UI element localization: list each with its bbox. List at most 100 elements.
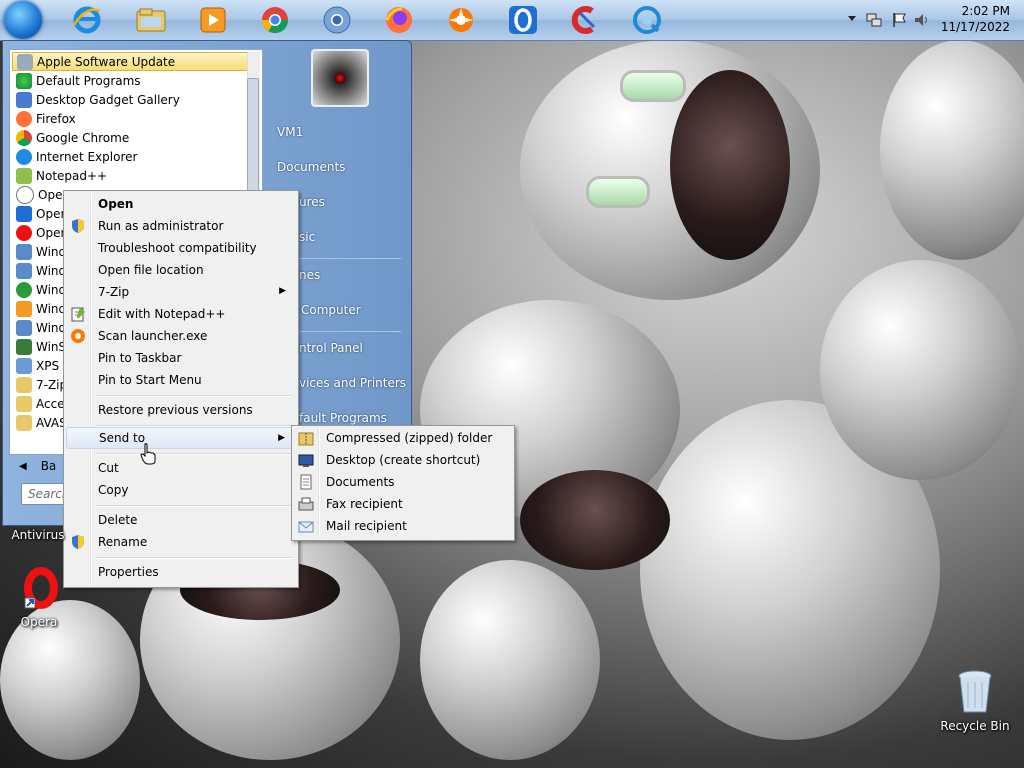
menu-item-label: 7-Zip <box>98 285 130 299</box>
opera-icon <box>24 567 58 609</box>
context-menu: Open Run as administrator Troubleshoot c… <box>63 190 299 588</box>
menu-item-label: Cut <box>98 461 119 475</box>
opera-icon <box>16 224 32 241</box>
program-item[interactable]: Default Programs <box>12 71 248 90</box>
program-item[interactable]: Desktop Gadget Gallery <box>12 90 248 109</box>
desktop-icon-opera[interactable]: Opera <box>8 566 70 629</box>
folder-icon <box>16 395 32 412</box>
games-link[interactable]: nes <box>299 268 320 282</box>
show-hidden-icons-icon[interactable] <box>846 12 860 26</box>
quicktime-icon[interactable] <box>630 3 664 37</box>
opera-icon[interactable] <box>506 3 540 37</box>
menu-item-label: Properties <box>98 565 159 579</box>
program-item[interactable]: Google Chrome <box>12 128 248 147</box>
documents-link[interactable]: Documents <box>277 160 345 174</box>
avast-icon <box>70 328 86 344</box>
volume-icon[interactable] <box>914 12 928 26</box>
send-to-mail[interactable]: Mail recipient <box>294 515 510 537</box>
user-name-link[interactable]: VM1 <box>277 125 303 139</box>
program-label: Apple Software Update <box>37 54 176 69</box>
opera-icon <box>16 185 34 204</box>
windows-start-orb[interactable] <box>4 1 42 39</box>
menu-item-scan[interactable]: Scan launcher.exe <box>66 325 294 347</box>
opera-icon <box>16 205 32 222</box>
desktop-icon-recycle-bin[interactable]: Recycle Bin <box>940 668 1010 733</box>
menu-item-pin-start[interactable]: Pin to Start Menu <box>66 369 294 391</box>
notepad-icon <box>70 306 86 322</box>
menu-item-label: Documents <box>326 475 395 489</box>
menu-item-label: Pin to Taskbar <box>98 351 182 365</box>
menu-item-label: Delete <box>98 513 138 527</box>
send-to-documents[interactable]: Documents <box>294 471 510 493</box>
chrome-icon <box>16 129 32 146</box>
menu-item-label: Compressed (zipped) folder <box>326 431 493 445</box>
firefox-icon[interactable] <box>382 3 416 37</box>
menu-separator <box>96 505 292 507</box>
menu-item-properties[interactable]: Properties <box>66 561 294 583</box>
windows-app-icon <box>16 243 32 260</box>
desktop-icon-label: Recycle Bin <box>940 719 1010 733</box>
notepad-icon <box>16 167 32 184</box>
default-programs-icon <box>16 72 32 89</box>
documents-icon <box>298 474 314 490</box>
desktop-icon-antivirus[interactable]: Antivirus <box>6 528 70 542</box>
user-avatar[interactable] <box>311 49 369 107</box>
menu-item-7zip[interactable]: 7-Zip ▶ <box>66 281 294 303</box>
internet-explorer-icon[interactable] <box>70 3 104 37</box>
menu-item-troubleshoot[interactable]: Troubleshoot compatibility <box>66 237 294 259</box>
menu-item-label: Copy <box>98 483 129 497</box>
send-to-desktop[interactable]: Desktop (create shortcut) <box>294 449 510 471</box>
menu-item-open[interactable]: Open <box>66 193 294 215</box>
music-link[interactable]: sic <box>299 230 315 244</box>
file-explorer-icon[interactable] <box>134 3 168 37</box>
default-programs-link[interactable]: fault Programs <box>299 411 387 425</box>
send-to-zip[interactable]: Compressed (zipped) folder <box>294 427 510 449</box>
fax-icon <box>298 496 314 512</box>
windows-app-icon <box>16 262 32 279</box>
menu-item-delete[interactable]: Delete <box>66 509 294 531</box>
menu-item-restore-versions[interactable]: Restore previous versions <box>66 399 294 421</box>
program-label: Default Programs <box>36 73 141 88</box>
ccleaner-icon[interactable] <box>568 3 602 37</box>
menu-item-edit-notepad[interactable]: Edit with Notepad++ <box>66 303 294 325</box>
menu-item-label: Edit with Notepad++ <box>98 307 226 321</box>
firefox-icon <box>16 110 32 127</box>
program-item[interactable]: Apple Software Update <box>12 52 250 71</box>
mail-icon <box>298 518 314 534</box>
menu-separator <box>96 453 292 455</box>
hand-cursor-icon <box>140 443 156 465</box>
menu-item-send-to[interactable]: Send to ▶ <box>66 427 294 449</box>
program-label: Desktop Gadget Gallery <box>36 92 180 107</box>
program-item[interactable]: Firefox <box>12 109 248 128</box>
chrome-icon[interactable] <box>258 3 292 37</box>
devices-printers-link[interactable]: vices and Printers <box>299 376 406 390</box>
menu-item-label: Scan launcher.exe <box>98 329 208 343</box>
send-to-fax[interactable]: Fax recipient <box>294 493 510 515</box>
menu-item-open-file-location[interactable]: Open file location <box>66 259 294 281</box>
action-center-flag-icon[interactable] <box>892 12 906 27</box>
computer-link[interactable]: Computer <box>301 303 361 317</box>
menu-separator <box>96 395 292 397</box>
desktop-icon-label: Antivirus <box>11 528 65 542</box>
menu-item-cut[interactable]: Cut <box>66 457 294 479</box>
control-panel-link[interactable]: ntrol Panel <box>299 341 363 355</box>
chrome-canary-icon[interactable] <box>320 3 354 37</box>
desktop-icon <box>298 452 314 468</box>
pictures-link[interactable]: ures <box>299 195 325 209</box>
system-clock[interactable]: 2:02 PM 11/17/2022 <box>941 3 1010 35</box>
program-item[interactable]: Notepad++ <box>12 166 248 185</box>
menu-item-label: Troubleshoot compatibility <box>98 241 257 255</box>
program-label: Firefox <box>36 111 76 126</box>
avast-icon[interactable] <box>444 3 478 37</box>
menu-item-run-as-admin[interactable]: Run as administrator <box>66 215 294 237</box>
recycle-bin-icon <box>958 670 992 713</box>
menu-item-rename[interactable]: Rename <box>66 531 294 553</box>
internet-explorer-icon <box>16 148 32 165</box>
menu-item-copy[interactable]: Copy <box>66 479 294 501</box>
windows-app-icon <box>16 300 32 317</box>
clock-time: 2:02 PM <box>961 4 1010 18</box>
media-player-icon[interactable] <box>196 3 230 37</box>
program-item[interactable]: Internet Explorer <box>12 147 248 166</box>
menu-item-pin-taskbar[interactable]: Pin to Taskbar <box>66 347 294 369</box>
network-icon[interactable] <box>866 12 882 27</box>
